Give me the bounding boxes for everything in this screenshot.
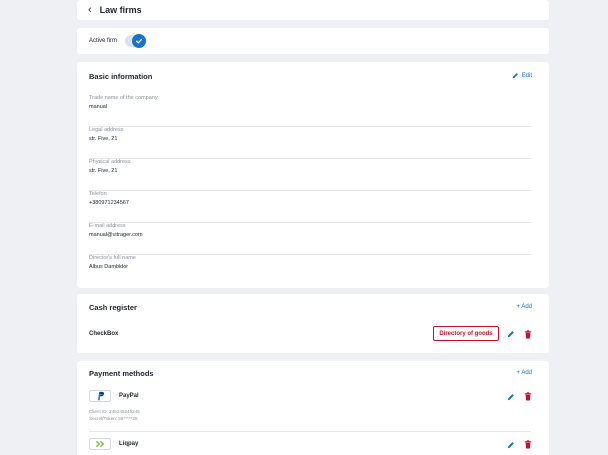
- edit-button[interactable]: Edit: [512, 72, 532, 79]
- field-trade-name: Trade name of the company manual: [89, 95, 531, 127]
- cash-register-card: Cash register + Add CheckBox Directory o…: [77, 294, 549, 353]
- field-physical-address: Physical address str. Five, 21: [89, 159, 531, 191]
- field-value: str. Five, 21: [89, 168, 118, 174]
- field-director: Director's full name Albus Dambldor: [89, 255, 531, 287]
- field-value: Albus Dambldor: [89, 264, 129, 270]
- cash-register-name: CheckBox: [89, 331, 119, 337]
- payment-methods-card: Payment methods + Add PayPal Client ID: …: [77, 361, 549, 455]
- active-firm-label: Active firm: [89, 38, 118, 44]
- pencil-icon[interactable]: [506, 440, 516, 450]
- page-header: ‹ Law firms: [77, 0, 549, 20]
- section-title: Cash register: [89, 303, 137, 312]
- add-cash-register-button[interactable]: + Add: [516, 304, 532, 310]
- trash-icon[interactable]: [523, 439, 533, 449]
- directory-of-goods-button[interactable]: Directory of goods: [433, 326, 499, 341]
- page-title: Law firms: [99, 5, 142, 15]
- section-title: Payment methods: [89, 369, 154, 378]
- basic-information-card: Basic information Edit Trade name of the…: [77, 62, 549, 288]
- pencil-icon[interactable]: [506, 329, 516, 339]
- field-label: Director's full name: [89, 255, 136, 261]
- pencil-icon[interactable]: [506, 392, 516, 402]
- field-label: E-mail address: [89, 223, 126, 229]
- trash-icon[interactable]: [523, 391, 533, 401]
- edit-label: Edit: [521, 72, 532, 79]
- field-label: Physical address: [89, 159, 131, 165]
- field-value: manual: [89, 104, 108, 110]
- field-label: Telefon: [89, 191, 107, 197]
- field-value: +380971234567: [89, 200, 129, 206]
- back-chevron-icon[interactable]: ‹: [88, 4, 92, 16]
- active-firm-row: Active firm: [77, 28, 549, 54]
- payment-method-name: Liqpay: [119, 441, 139, 447]
- active-firm-toggle[interactable]: [125, 34, 147, 48]
- divider: [89, 431, 531, 432]
- section-title: Basic information: [89, 72, 153, 81]
- field-value: str. Five, 21: [89, 136, 118, 142]
- field-label: Trade name of the company: [89, 95, 158, 101]
- paypal-icon: [89, 390, 111, 402]
- field-value: manual@vitrager.com: [89, 232, 143, 238]
- trash-icon[interactable]: [523, 329, 533, 339]
- add-payment-method-button[interactable]: + Add: [516, 370, 532, 376]
- client-id-text: Client ID: 245245245245: [89, 409, 140, 414]
- pencil-icon: [512, 72, 518, 79]
- field-label: Legal address: [89, 127, 124, 133]
- check-icon: [132, 34, 147, 48]
- payment-method-name: PayPal: [119, 393, 139, 399]
- field-email: E-mail address manual@vitrager.com: [89, 223, 531, 255]
- field-legal-address: Legal address str. Five, 21: [89, 127, 531, 159]
- field-telefon: Telefon +380971234567: [89, 191, 531, 223]
- secret-token-text: Secret/Token: 56*****26: [89, 416, 138, 421]
- liqpay-icon: [89, 438, 111, 450]
